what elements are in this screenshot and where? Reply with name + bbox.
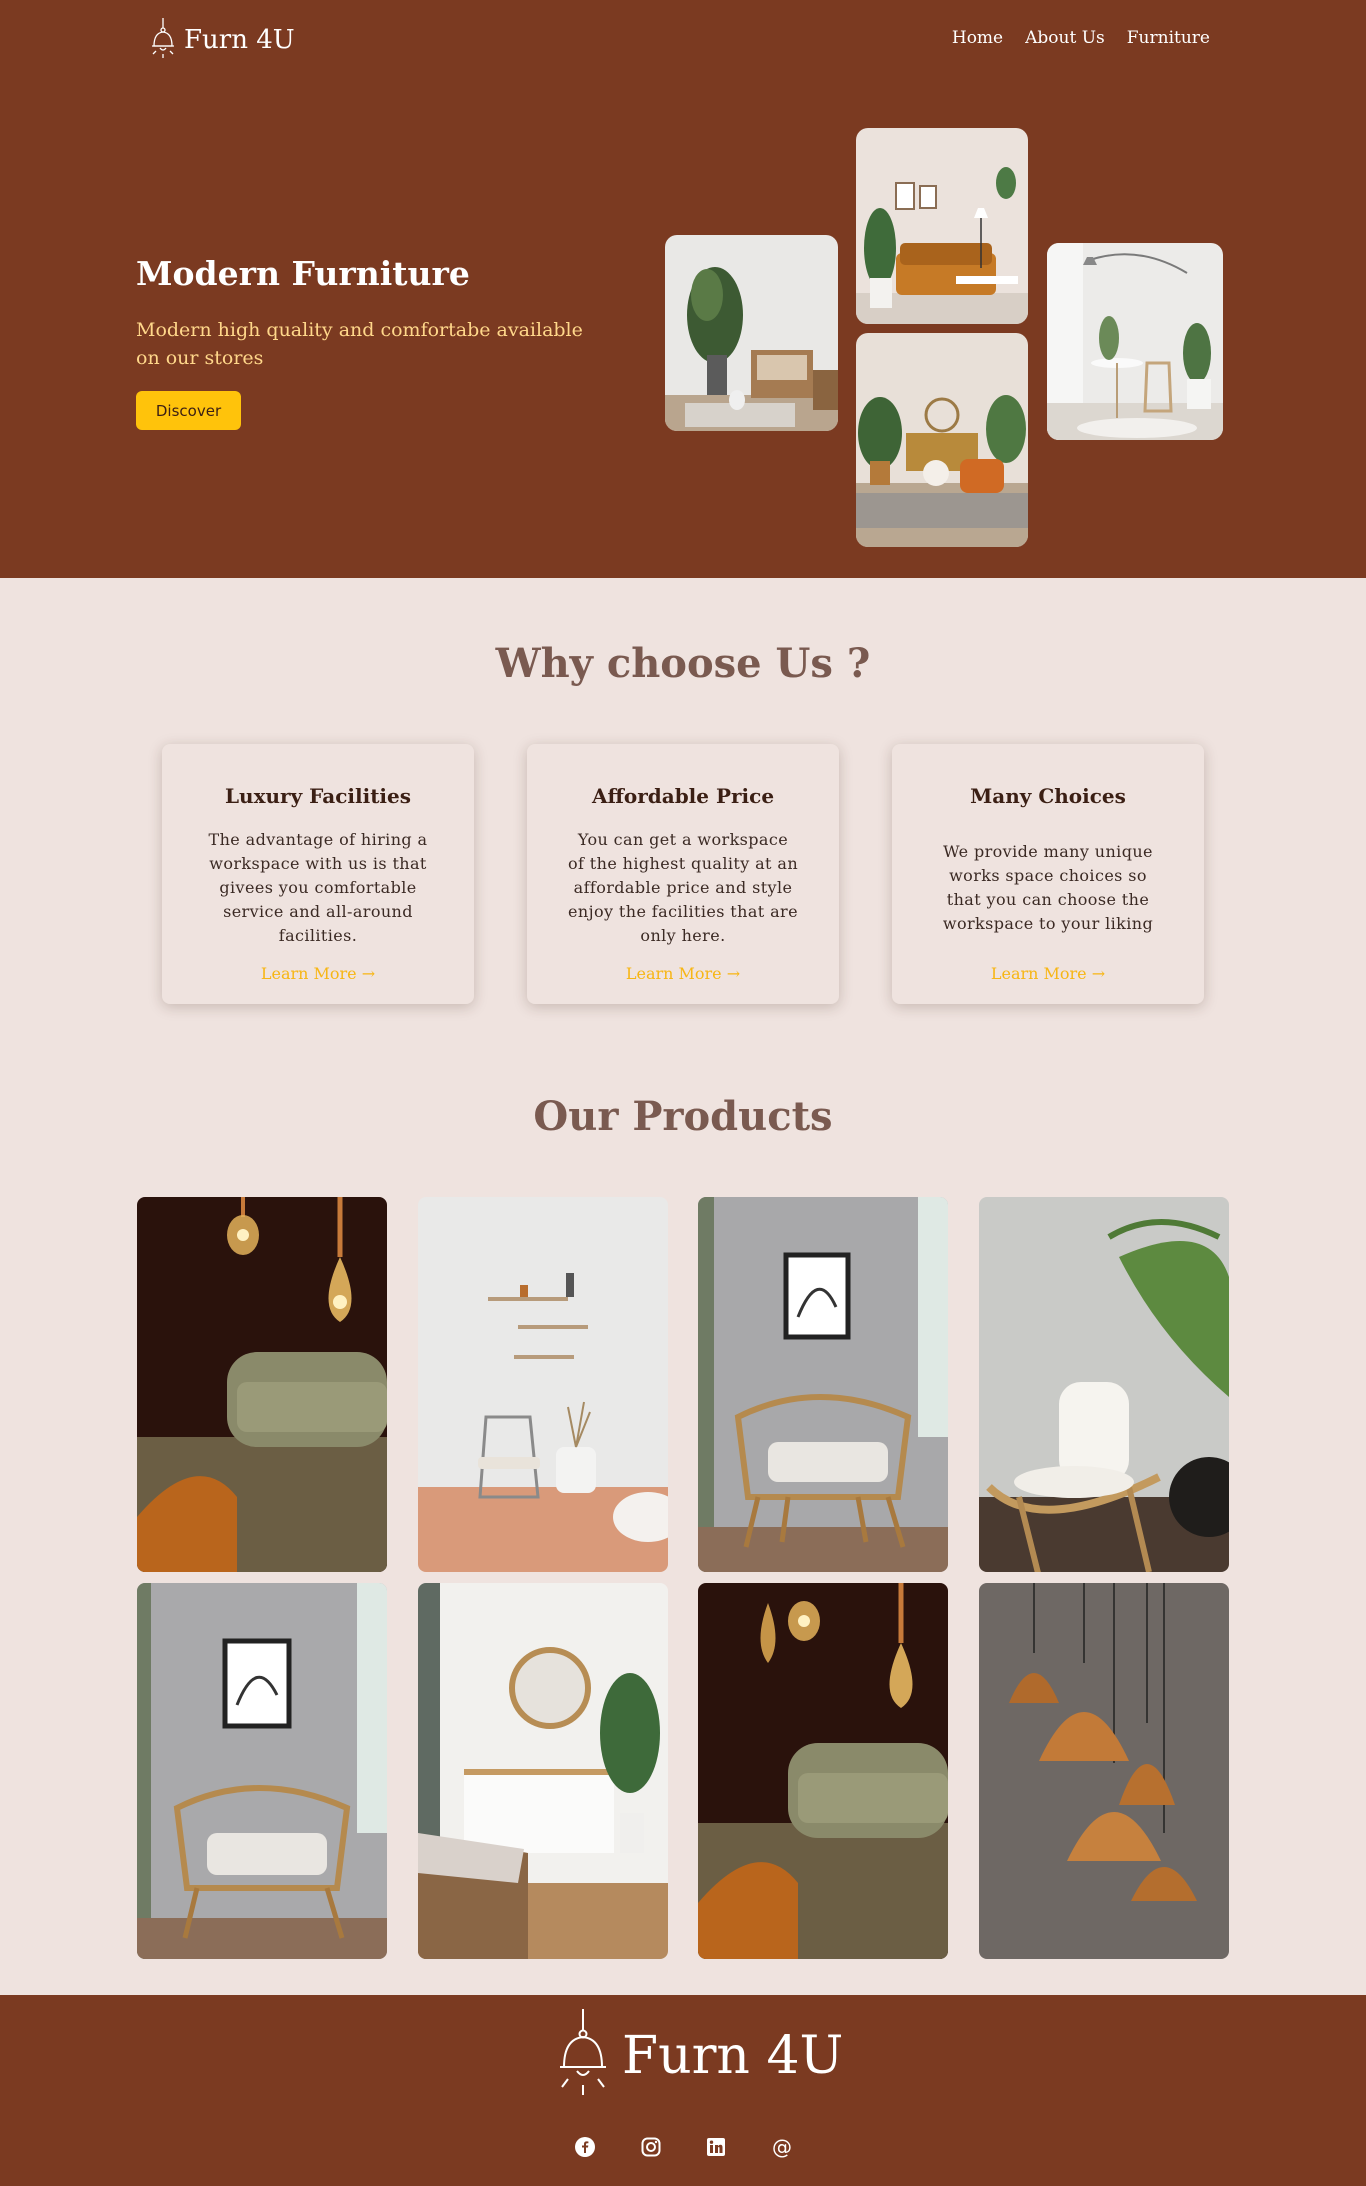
product-photo-rattan-chair[interactable] <box>698 1197 948 1572</box>
product-photo-white-lounge-chair[interactable] <box>979 1197 1229 1572</box>
feature-card-text: You can get a workspace of the highest q… <box>567 830 799 945</box>
product-photo-wire-chair[interactable] <box>418 1197 668 1572</box>
discover-button[interactable]: Discover <box>136 391 241 430</box>
instagram-icon[interactable] <box>639 2135 663 2159</box>
feature-card-title: Many Choices <box>970 784 1126 808</box>
feature-card-title: Affordable Price <box>591 784 775 808</box>
learn-more-link[interactable]: Learn More → <box>162 964 474 983</box>
nav-furniture[interactable]: Furniture <box>1127 28 1210 48</box>
facebook-icon[interactable] <box>573 2135 597 2159</box>
feature-card-luxury: Luxury Facilities The advantage of hirin… <box>162 744 474 1004</box>
product-photo-bulb-sofa[interactable] <box>137 1197 387 1572</box>
hero-title: Modern Furniture <box>136 254 470 293</box>
feature-card-title: Luxury Facilities <box>224 784 412 808</box>
feature-card-price: Affordable Price You can get a workspace… <box>527 744 839 1004</box>
lamp-logo-icon <box>152 18 174 58</box>
footer-brand-name: Furn 4U <box>622 2026 844 2086</box>
arrow-right-icon: → <box>726 964 741 983</box>
feature-card-text: We provide many unique works space choic… <box>942 842 1154 933</box>
hero-photo-orange-armchair <box>856 333 1028 547</box>
lamp-logo-icon <box>560 2009 606 2095</box>
learn-more-link[interactable]: Learn More → <box>527 964 839 983</box>
learn-more-link[interactable]: Learn More → <box>892 964 1204 983</box>
feature-card-text: The advantage of hiring a workspace with… <box>208 830 428 945</box>
hero-photo-plant-bench <box>665 235 838 431</box>
main-nav: Home About Us Furniture <box>952 28 1210 48</box>
hero-photo-orange-sofa <box>856 128 1028 324</box>
linkedin-icon[interactable] <box>704 2135 728 2159</box>
product-photo-copper-pendants[interactable] <box>979 1583 1229 1959</box>
hero-photo-dining-corner <box>1047 243 1223 440</box>
hero-subtitle: Modern high quality and comfortabe avail… <box>136 319 583 369</box>
product-photo-bedroom-mirror[interactable] <box>418 1583 668 1959</box>
nav-home[interactable]: Home <box>952 28 1003 48</box>
why-section-title: Why choose Us ? <box>495 640 871 687</box>
nav-about-us[interactable]: About Us <box>1025 28 1105 48</box>
product-photo-rattan-chair-2[interactable] <box>137 1583 387 1959</box>
footer: Furn 4U @ <box>0 1995 1366 2186</box>
product-photo-bulb-sofa-2[interactable] <box>698 1583 948 1959</box>
feature-card-choices: Many Choices We provide many unique work… <box>892 744 1204 1004</box>
footer-brand-logo[interactable]: Furn 4U <box>552 2009 843 2103</box>
arrow-right-icon: → <box>361 964 376 983</box>
social-links: @ <box>0 2135 1366 2165</box>
products-section-title: Our Products <box>533 1093 833 1140</box>
hero-section: Furn 4U Home About Us Furniture Modern F… <box>0 0 1366 578</box>
brand-logo[interactable]: Furn 4U <box>146 18 295 62</box>
brand-name: Furn 4U <box>184 25 295 55</box>
arrow-right-icon: → <box>1091 964 1106 983</box>
email-at-icon[interactable]: @ <box>770 2135 794 2159</box>
